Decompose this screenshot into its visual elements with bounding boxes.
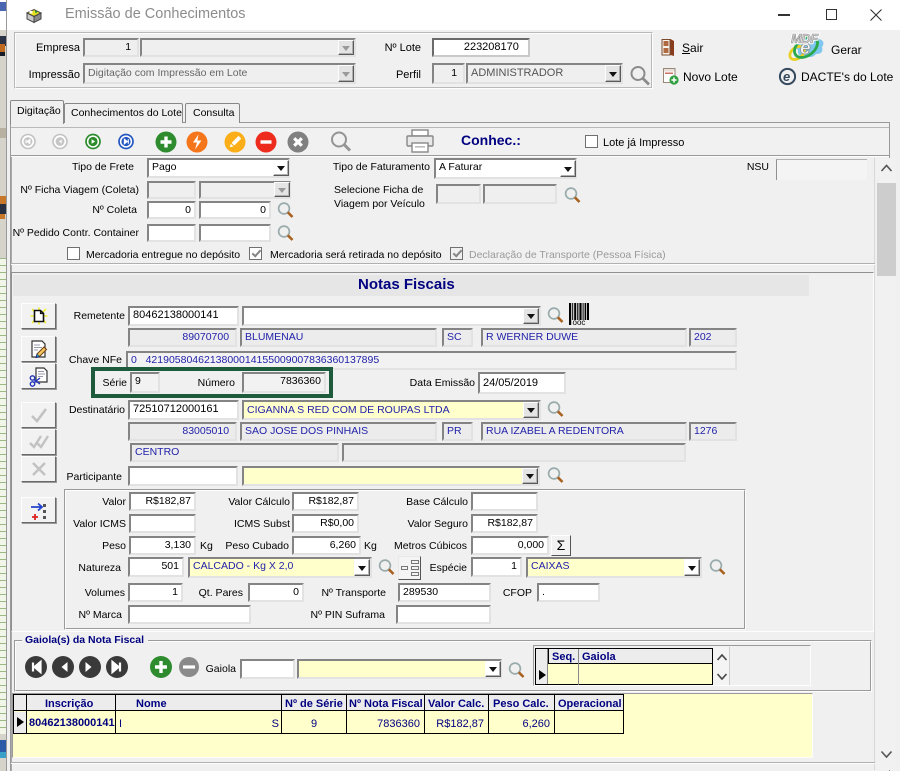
svg-text:MDF: MDF [791,31,819,46]
svg-text:ooc: ooc [573,318,586,325]
svg-text:e: e [783,69,790,84]
